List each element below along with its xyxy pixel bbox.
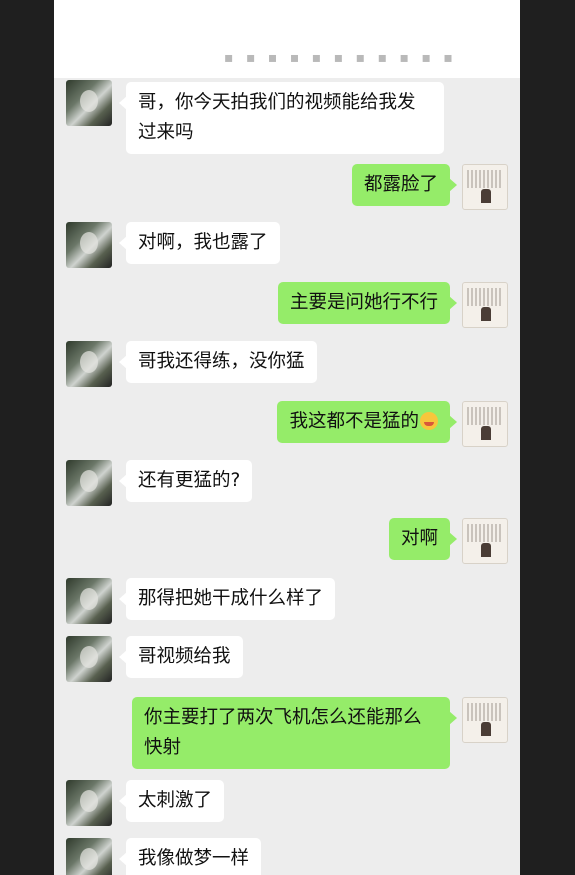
message-bubble-incoming[interactable]: 哥视频给我 xyxy=(119,636,243,678)
my-avatar[interactable] xyxy=(462,518,508,564)
message-bubble-incoming[interactable]: 对啊，我也露了 xyxy=(119,222,280,264)
message-bubble-outgoing[interactable]: 都露脸了 xyxy=(351,164,458,206)
chat-screenshot: ▪ ▪ ▪ ▪ ▪ ▪ ▪ ▪ ▪ ▪ ▪ 哥，你今天拍我们的视频能给我发 过来… xyxy=(54,0,520,875)
contact-avatar[interactable] xyxy=(66,780,112,826)
contact-avatar[interactable] xyxy=(66,578,112,624)
contact-avatar[interactable] xyxy=(66,341,112,387)
my-avatar[interactable] xyxy=(462,401,508,447)
message-text: 我这都不是猛的 xyxy=(289,411,419,432)
contact-avatar[interactable] xyxy=(66,222,112,268)
message-bubble-outgoing[interactable]: 主要是问她行不行 xyxy=(277,282,458,324)
message-bubble-incoming[interactable]: 还有更猛的? xyxy=(118,460,253,502)
contact-avatar[interactable] xyxy=(66,80,112,126)
chat-title-masked: ▪ ▪ ▪ ▪ ▪ ▪ ▪ ▪ ▪ ▪ ▪ xyxy=(224,50,457,66)
message-bubble-incoming[interactable]: 我像做梦一样 xyxy=(118,838,262,875)
facepalm-laugh-emoji xyxy=(420,412,438,430)
image-counter: 1 / 1 xyxy=(268,12,307,32)
message-bubble-incoming[interactable]: 哥，你今天拍我们的视频能给我发 过来吗 xyxy=(119,82,444,154)
message-bubble-outgoing[interactable]: 我这都不是猛的 xyxy=(277,401,457,443)
contact-avatar[interactable] xyxy=(66,636,112,682)
message-bubble-incoming[interactable]: 那得把她干成什么样了 xyxy=(118,578,336,620)
my-avatar[interactable] xyxy=(462,164,508,210)
contact-avatar[interactable] xyxy=(66,460,112,506)
my-avatar[interactable] xyxy=(462,697,508,743)
contact-avatar[interactable] xyxy=(66,838,112,875)
my-avatar[interactable] xyxy=(462,282,508,328)
message-bubble-outgoing[interactable]: 对啊 xyxy=(388,518,458,560)
message-bubble-incoming[interactable]: 太刺激了 xyxy=(118,780,225,822)
message-bubble-incoming[interactable]: 哥我还得练，没你猛 xyxy=(119,341,317,383)
message-bubble-outgoing[interactable]: 你主要打了两次飞机怎么还能那么 快射 xyxy=(132,697,457,769)
